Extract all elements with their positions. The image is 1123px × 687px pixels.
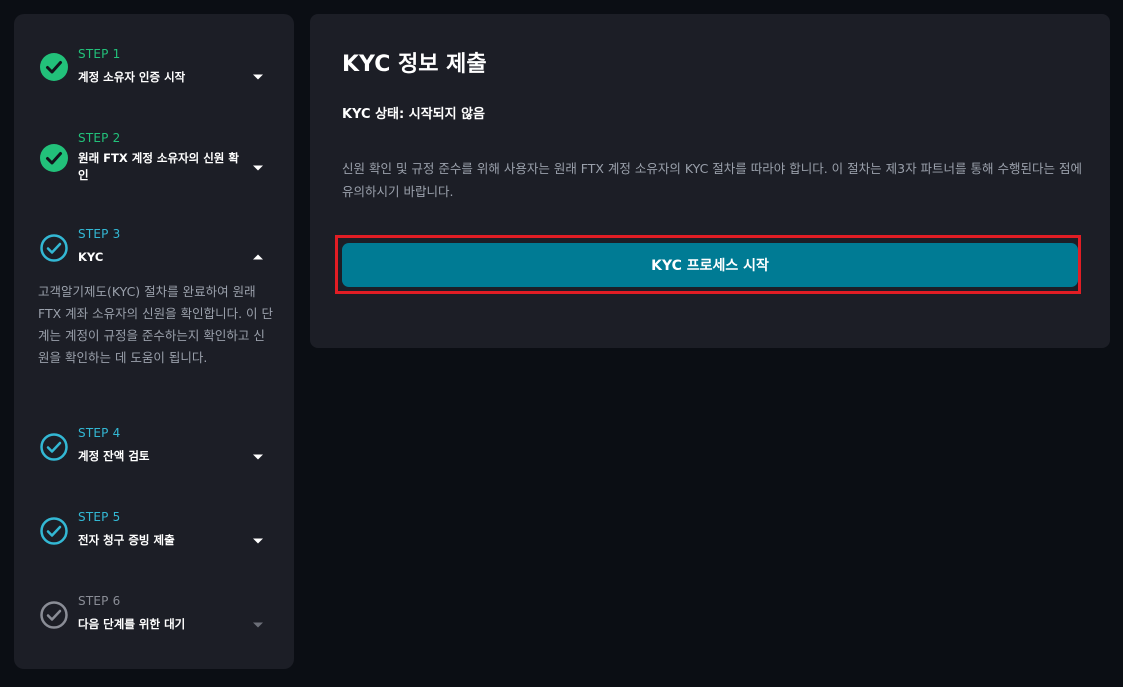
check-circle-filled-icon (40, 144, 68, 172)
step-3[interactable]: STEP 3 KYC 고객알기제도(KYC) 절차를 완료하여 원래 FTX 계… (14, 224, 294, 414)
step-number: STEP 3 (78, 227, 121, 241)
check-circle-filled-icon (40, 53, 68, 81)
kyc-panel: KYC 정보 제출 KYC 상태: 시작되지 않음 신원 확인 및 규정 준수를… (310, 14, 1110, 348)
step-title: 계정 잔액 검토 (78, 449, 150, 463)
step-4[interactable]: STEP 4 계정 잔액 검토 (14, 414, 294, 498)
chevron-up-icon[interactable] (252, 253, 264, 261)
step-title: 원래 FTX 계정 소유자의 신원 확인 (78, 151, 239, 182)
page-title: KYC 정보 제출 (342, 52, 487, 77)
kyc-info-text: 신원 확인 및 규정 준수를 위해 사용자는 원래 FTX 계정 소유자의 KY… (342, 161, 1082, 199)
step-description: 고객알기제도(KYC) 절차를 완료하여 원래 FTX 계좌 소유자의 신원을 … (38, 284, 273, 365)
start-kyc-button[interactable]: KYC 프로세스 시작 (342, 243, 1078, 287)
step-1[interactable]: STEP 1 계정 소유자 인증 시작 (14, 14, 294, 114)
chevron-down-icon[interactable] (252, 73, 264, 81)
chevron-down-icon[interactable] (252, 537, 264, 545)
step-number: STEP 6 (78, 594, 121, 608)
step-number: STEP 4 (78, 426, 121, 440)
kyc-status: KYC 상태: 시작되지 않음 (342, 107, 486, 122)
check-circle-outline-icon (40, 601, 68, 629)
step-title: 전자 청구 증빙 제출 (78, 533, 175, 547)
check-circle-outline-icon (40, 517, 68, 545)
step-5[interactable]: STEP 5 전자 청구 증빙 제출 (14, 498, 294, 582)
check-circle-outline-icon (40, 433, 68, 461)
step-6[interactable]: STEP 6 다음 단계를 위한 대기 (14, 582, 294, 666)
step-2[interactable]: STEP 2 원래 FTX 계정 소유자의 신원 확인 (14, 114, 294, 224)
step-title: KYC (78, 250, 104, 264)
step-title: 계정 소유자 인증 시작 (78, 70, 186, 84)
chevron-down-icon[interactable] (252, 621, 264, 629)
step-title: 다음 단계를 위한 대기 (78, 617, 186, 631)
step-number: STEP 1 (78, 47, 121, 61)
step-number: STEP 2 (78, 131, 121, 145)
chevron-down-icon[interactable] (252, 453, 264, 461)
check-circle-outline-icon (40, 234, 68, 262)
step-sidebar: STEP 1 계정 소유자 인증 시작 STEP 2 원래 FTX 계정 소유자… (14, 14, 294, 669)
chevron-down-icon[interactable] (252, 164, 264, 172)
step-number: STEP 5 (78, 510, 121, 524)
